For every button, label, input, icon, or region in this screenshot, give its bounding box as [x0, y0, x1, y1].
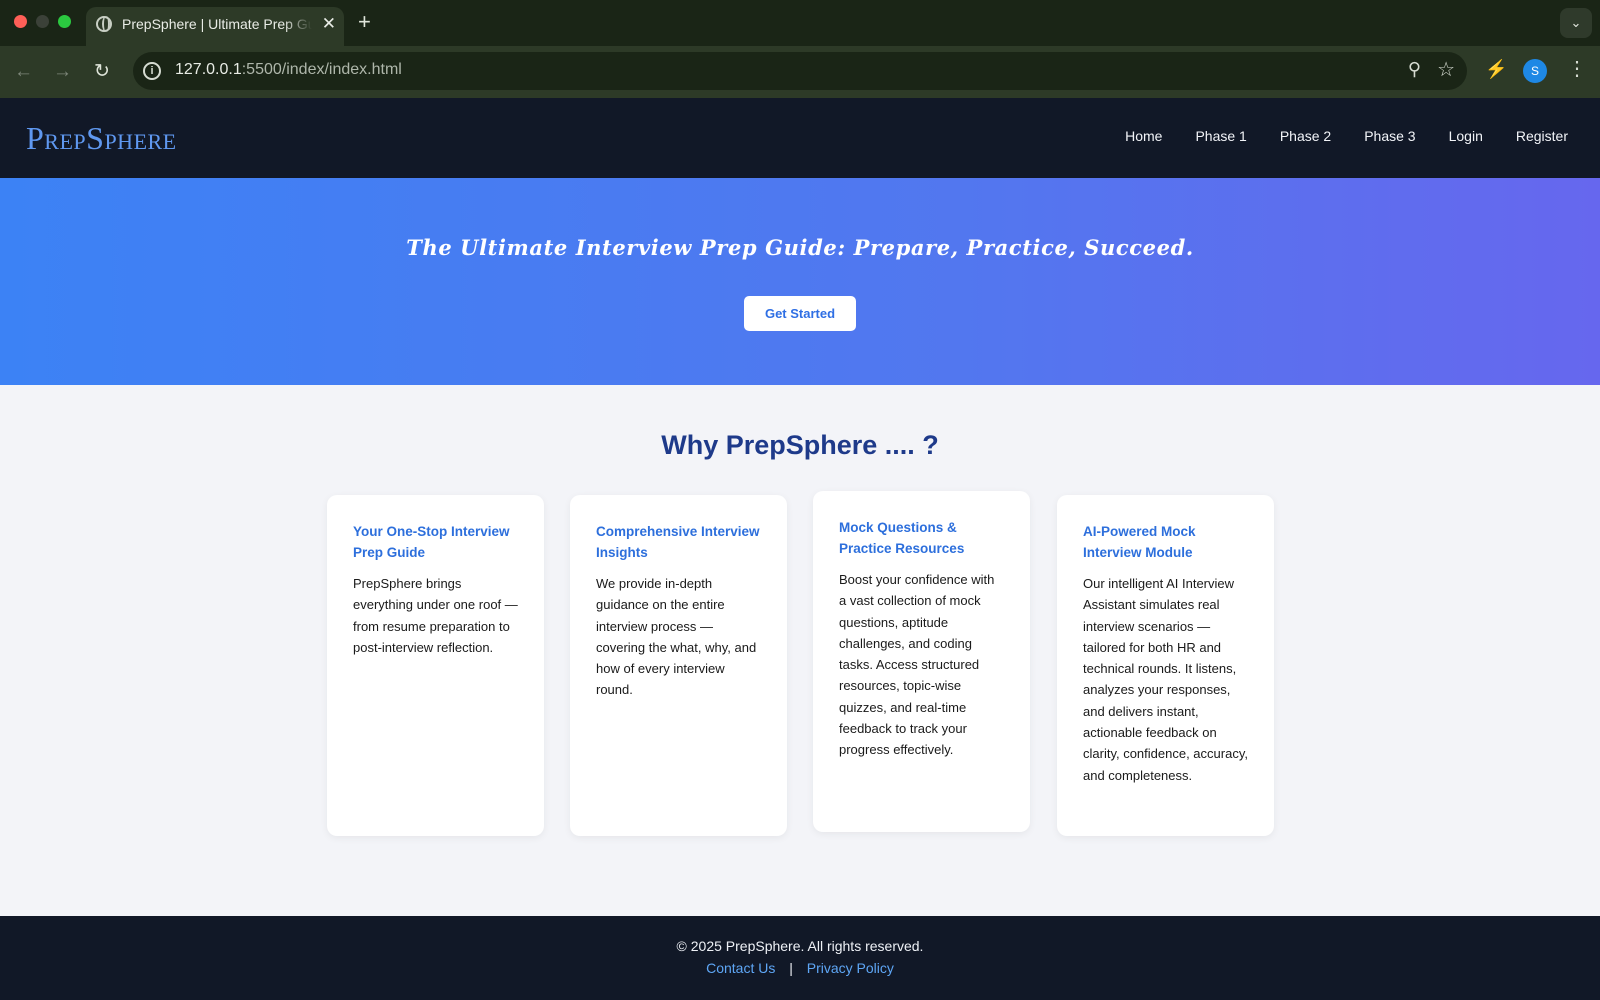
reload-icon[interactable]: ↻ [94, 60, 110, 84]
address-bar[interactable]: i 127.0.0.1:5500/index/index.html ⚲ ☆ [133, 52, 1467, 90]
extensions-icon[interactable]: ⚡ [1485, 59, 1507, 80]
feature-card-text: We provide in-depth guidance on the enti… [596, 576, 757, 698]
globe-icon [96, 16, 112, 32]
site-footer: © 2025 PrepSphere. All rights reserved. … [0, 916, 1600, 1000]
back-arrow-icon[interactable]: ← [14, 60, 33, 84]
maximize-window-button[interactable] [58, 15, 71, 28]
hero-section: The Ultimate Interview Prep Guide: Prepa… [0, 178, 1600, 385]
feature-card-text: Our intelligent AI Interview Assistant s… [1083, 576, 1248, 783]
get-started-button[interactable]: Get Started [744, 296, 856, 331]
bookmark-star-icon[interactable]: ☆ [1437, 57, 1455, 82]
footer-links: Contact Us | Privacy Policy [0, 960, 1600, 976]
browser-tab-active[interactable]: PrepSphere | Ultimate Prep Guide ✕ [86, 7, 344, 46]
browser-toolbar: ← → ↻ i 127.0.0.1:5500/index/index.html … [0, 46, 1600, 98]
profile-avatar[interactable]: S [1523, 59, 1547, 83]
main-nav: Home Phase 1 Phase 2 Phase 3 Login Regis… [1092, 128, 1568, 144]
feature-card: Comprehensive Interview Insights We prov… [570, 495, 787, 836]
feature-card-text: Boost your confidence with a vast collec… [839, 572, 995, 758]
feature-card-text: PrepSphere brings everything under one r… [353, 576, 518, 655]
footer-separator: | [789, 960, 793, 976]
site-logo[interactable]: PrepSphere [26, 120, 177, 157]
site-header: PrepSphere Home Phase 1 Phase 2 Phase 3 … [0, 98, 1600, 178]
tab-title: PrepSphere | Ultimate Prep Guide [122, 16, 312, 32]
why-section-title: Why PrepSphere .... ? [661, 430, 939, 460]
feature-card-title: Comprehensive Interview Insights [596, 524, 760, 560]
nav-link-login[interactable]: Login [1449, 128, 1483, 144]
tab-search-button[interactable]: ⌄ [1560, 8, 1592, 38]
close-tab-icon[interactable]: ✕ [322, 14, 336, 34]
nav-link-phase-2[interactable]: Phase 2 [1280, 128, 1331, 144]
url-path: :5500/index/index.html [241, 61, 402, 78]
privacy-policy-link[interactable]: Privacy Policy [807, 960, 894, 976]
url-text[interactable]: 127.0.0.1:5500/index/index.html [175, 61, 402, 79]
feature-card-title: Your One-Stop Interview Prep Guide [353, 524, 510, 560]
contact-us-link[interactable]: Contact Us [706, 960, 775, 976]
browser-tab-bar: PrepSphere | Ultimate Prep Guide ✕ + ⌄ [0, 0, 1600, 46]
nav-link-phase-3[interactable]: Phase 3 [1364, 128, 1415, 144]
site-info-icon[interactable]: i [143, 62, 161, 80]
nav-link-home[interactable]: Home [1125, 128, 1162, 144]
footer-copyright: © 2025 PrepSphere. All rights reserved. [676, 938, 924, 954]
feature-card: Your One-Stop Interview Prep Guide PrepS… [327, 495, 544, 836]
zoom-icon[interactable]: ⚲ [1408, 59, 1421, 80]
feature-card-title: Mock Questions & Practice Resources [839, 520, 965, 556]
browser-menu-icon[interactable]: ⋮ [1567, 56, 1587, 82]
close-window-button[interactable] [14, 15, 27, 28]
forward-arrow-icon[interactable]: → [53, 60, 72, 84]
nav-link-phase-1[interactable]: Phase 1 [1195, 128, 1246, 144]
nav-link-register[interactable]: Register [1516, 128, 1568, 144]
feature-card: AI-Powered Mock Interview Module Our int… [1057, 495, 1274, 836]
minimize-window-button[interactable] [36, 15, 49, 28]
hero-title: The Ultimate Interview Prep Guide: Prepa… [406, 235, 1194, 260]
feature-card-title: AI-Powered Mock Interview Module [1083, 524, 1196, 560]
url-host: 127.0.0.1 [175, 61, 242, 78]
feature-card: Mock Questions & Practice Resources Boos… [813, 491, 1030, 832]
new-tab-button[interactable]: + [358, 9, 371, 35]
